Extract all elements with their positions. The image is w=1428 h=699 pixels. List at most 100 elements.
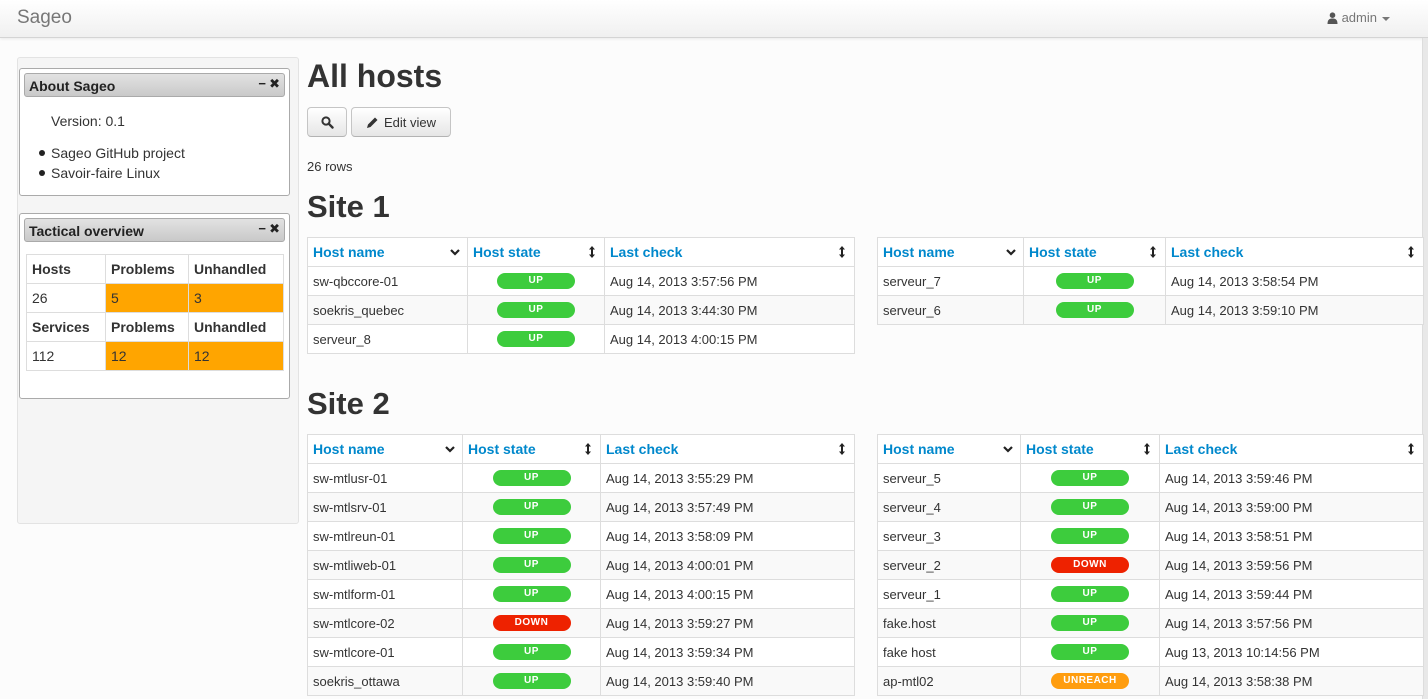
hosts-count[interactable]: 26 (26, 283, 106, 313)
host-name-cell[interactable]: sw-mtlcore-02 (307, 608, 463, 638)
sort-icon[interactable] (1148, 245, 1158, 259)
host-state-header[interactable]: Host state (462, 434, 601, 464)
last-check-header[interactable]: Last check (1159, 434, 1424, 464)
sort-icon[interactable] (583, 442, 593, 456)
edit-view-button[interactable]: Edit view (351, 107, 451, 137)
table-row[interactable]: sw-qbccore-01 UP Aug 14, 2013 3:57:56 PM (307, 266, 855, 296)
table-row[interactable]: sw-mtlreun-01 UP Aug 14, 2013 3:58:09 PM (307, 521, 855, 551)
host-name-header[interactable]: Host name (307, 434, 463, 464)
host-name-header[interactable]: Host name (307, 237, 468, 267)
host-name-cell[interactable]: serveur_8 (307, 324, 468, 354)
table-row[interactable]: sw-mtlcore-02 DOWN Aug 14, 2013 3:59:27 PM (307, 608, 855, 638)
table-row[interactable]: fake.host UP Aug 14, 2013 3:57:56 PM (877, 608, 1424, 638)
sort-icon[interactable] (1406, 442, 1416, 456)
host-name-cell[interactable]: sw-qbccore-01 (307, 266, 468, 296)
table-row[interactable]: serveur_7 UP Aug 14, 2013 3:58:54 PM (877, 266, 1424, 296)
table-header-row: Host name Host state Last check (877, 237, 1424, 267)
status-badge: UP (492, 528, 571, 544)
link-savoir-faire[interactable]: Savoir-faire Linux (32, 163, 185, 183)
table-row[interactable]: sw-mtlsrv-01 UP Aug 14, 2013 3:57:49 PM (307, 492, 855, 522)
column-label: Last check (610, 244, 683, 260)
last-check-header[interactable]: Last check (604, 237, 855, 267)
sort-icon[interactable] (1406, 245, 1416, 259)
tactical-widget-header[interactable]: Tactical overview − ✖ (24, 218, 285, 242)
last-check-cell: Aug 14, 2013 3:59:10 PM (1165, 295, 1424, 325)
column-label: Host name (883, 244, 955, 260)
table-row[interactable]: serveur_3 UP Aug 14, 2013 3:58:51 PM (877, 521, 1424, 551)
host-name-cell[interactable]: serveur_1 (877, 579, 1021, 609)
close-icon[interactable]: ✖ (269, 76, 280, 92)
host-name-cell[interactable]: serveur_6 (877, 295, 1024, 325)
hosts-problems-count[interactable]: 5 (105, 283, 189, 313)
host-state-header[interactable]: Host state (467, 237, 605, 267)
table-row[interactable]: ap-mtl02 UNREACH Aug 14, 2013 3:58:38 PM (877, 666, 1424, 696)
host-name-cell[interactable]: sw-mtlreun-01 (307, 521, 463, 551)
host-name-cell[interactable]: serveur_5 (877, 463, 1021, 493)
table-row[interactable]: serveur_8 UP Aug 14, 2013 4:00:15 PM (307, 324, 855, 354)
table-row[interactable]: serveur_2 DOWN Aug 14, 2013 3:59:56 PM (877, 550, 1424, 580)
table-row[interactable]: sw-mtlform-01 UP Aug 14, 2013 4:00:15 PM (307, 579, 855, 609)
chevron-down-icon[interactable] (1003, 442, 1013, 456)
chevron-down-icon[interactable] (1006, 245, 1016, 259)
services-problems-count[interactable]: 12 (105, 341, 189, 371)
host-name-cell[interactable]: serveur_4 (877, 492, 1021, 522)
chevron-down-icon[interactable] (450, 245, 460, 259)
status-badge: UP (497, 331, 575, 347)
search-button[interactable] (307, 107, 347, 137)
about-widget: About Sageo − ✖ Version: 0.1 Sageo GitHu… (19, 68, 290, 196)
host-name-cell[interactable]: fake host (877, 637, 1021, 667)
table-row[interactable]: soekris_ottawa UP Aug 14, 2013 3:59:40 PM (307, 666, 855, 696)
minimize-icon[interactable]: − (258, 221, 266, 236)
minimize-icon[interactable]: − (258, 76, 266, 91)
chevron-down-icon[interactable] (445, 442, 455, 456)
sort-icon[interactable] (837, 245, 847, 259)
host-name-cell[interactable]: sw-mtliweb-01 (307, 550, 463, 580)
about-widget-header[interactable]: About Sageo − ✖ (24, 73, 285, 97)
sort-icon[interactable] (587, 245, 597, 259)
services-unhandled-count[interactable]: 12 (188, 341, 284, 371)
host-name-cell[interactable]: sw-mtlform-01 (307, 579, 463, 609)
services-problems-header: Problems (105, 312, 189, 342)
host-name-cell[interactable]: serveur_7 (877, 266, 1024, 296)
host-name-header[interactable]: Host name (877, 237, 1024, 267)
host-state-header[interactable]: Host state (1020, 434, 1160, 464)
status-badge: UP (497, 302, 575, 318)
table-row[interactable]: serveur_4 UP Aug 14, 2013 3:59:00 PM (877, 492, 1424, 522)
host-state-cell: UNREACH (1020, 666, 1160, 696)
host-state-cell: UP (467, 324, 605, 354)
table-row[interactable]: soekris_quebec UP Aug 14, 2013 3:44:30 PM (307, 295, 855, 325)
host-name-cell[interactable]: sw-mtlusr-01 (307, 463, 463, 493)
about-links: Sageo GitHub project Savoir-faire Linux (32, 143, 185, 183)
sort-icon[interactable] (837, 442, 847, 456)
host-name-cell[interactable]: sw-mtlsrv-01 (307, 492, 463, 522)
version-text: Version: 0.1 (51, 113, 125, 129)
table-row[interactable]: serveur_5 UP Aug 14, 2013 3:59:46 PM (877, 463, 1424, 493)
host-name-cell[interactable]: serveur_2 (877, 550, 1021, 580)
host-name-cell[interactable]: ap-mtl02 (877, 666, 1021, 696)
table-row[interactable]: sw-mtlcore-01 UP Aug 14, 2013 3:59:34 PM (307, 637, 855, 667)
user-menu[interactable]: admin (1327, 10, 1390, 25)
link-github-project[interactable]: Sageo GitHub project (32, 143, 185, 163)
host-name-cell[interactable]: sw-mtlcore-01 (307, 637, 463, 667)
close-icon[interactable]: ✖ (269, 221, 280, 237)
table-row[interactable]: serveur_6 UP Aug 14, 2013 3:59:10 PM (877, 295, 1424, 325)
brand-logo[interactable]: Sageo (17, 7, 72, 29)
table-row[interactable]: serveur_1 UP Aug 14, 2013 3:59:44 PM (877, 579, 1424, 609)
hosts-unhandled-count[interactable]: 3 (188, 283, 284, 313)
host-name-header[interactable]: Host name (877, 434, 1021, 464)
table-row[interactable]: fake host UP Aug 13, 2013 10:14:56 PM (877, 637, 1424, 667)
table-row[interactable]: sw-mtlusr-01 UP Aug 14, 2013 3:55:29 PM (307, 463, 855, 493)
status-badge: UNREACH (1051, 673, 1129, 689)
tactical-widget: Tactical overview − ✖ Hosts Problems Unh… (19, 213, 290, 399)
services-count[interactable]: 112 (26, 341, 106, 371)
table-row[interactable]: sw-mtliweb-01 UP Aug 14, 2013 4:00:01 PM (307, 550, 855, 580)
host-name-cell[interactable]: serveur_3 (877, 521, 1021, 551)
host-name-cell[interactable]: soekris_quebec (307, 295, 468, 325)
host-state-header[interactable]: Host state (1023, 237, 1166, 267)
last-check-header[interactable]: Last check (1165, 237, 1424, 267)
host-name-cell[interactable]: fake.host (877, 608, 1021, 638)
last-check-header[interactable]: Last check (600, 434, 855, 464)
host-name-cell[interactable]: soekris_ottawa (307, 666, 463, 696)
table-header-row: Host name Host state Last check (877, 434, 1424, 464)
sort-icon[interactable] (1142, 442, 1152, 456)
